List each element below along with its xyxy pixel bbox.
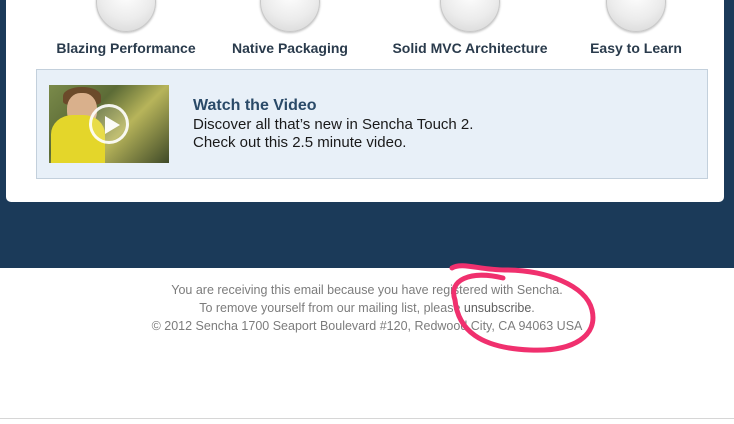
video-title-link[interactable]: Watch the Video: [193, 97, 317, 115]
play-icon[interactable]: [89, 104, 129, 144]
footer-copyright-address: © 2012 Sencha 1700 Seaport Boulevard #12…: [151, 319, 583, 333]
email-page: Blazing Performance Native Packaging Sol…: [0, 0, 734, 424]
unsubscribe-link[interactable]: unsubscribe: [464, 301, 531, 315]
performance-gauge-icon: [96, 0, 156, 32]
footer-unsubscribe-suffix: .: [531, 301, 535, 315]
video-description-line-2: Check out this 2.5 minute video.: [193, 134, 407, 151]
footer-unsubscribe-line: To remove yourself from our mailing list…: [0, 301, 734, 315]
lightbulb-icon: [606, 0, 666, 32]
feature-label: Easy to Learn: [590, 40, 682, 56]
feature-label: Blazing Performance: [56, 40, 196, 56]
footer-unsubscribe-prefix: To remove yourself from our mailing list…: [199, 301, 464, 315]
watch-video-box[interactable]: Watch the Video Discover all that’s new …: [36, 69, 708, 179]
video-thumbnail[interactable]: [49, 85, 169, 163]
feature-label: Solid MVC Architecture: [392, 40, 548, 56]
feature-label: Native Packaging: [232, 40, 348, 56]
package-box-icon: [260, 0, 320, 32]
mvc-blocks-icon: [440, 0, 500, 32]
content-card: Blazing Performance Native Packaging Sol…: [6, 0, 724, 202]
bottom-divider: [0, 418, 734, 419]
footer-registration-notice: You are receiving this email because you…: [171, 283, 563, 297]
video-description-line-1: Discover all that’s new in Sencha Touch …: [193, 116, 474, 133]
